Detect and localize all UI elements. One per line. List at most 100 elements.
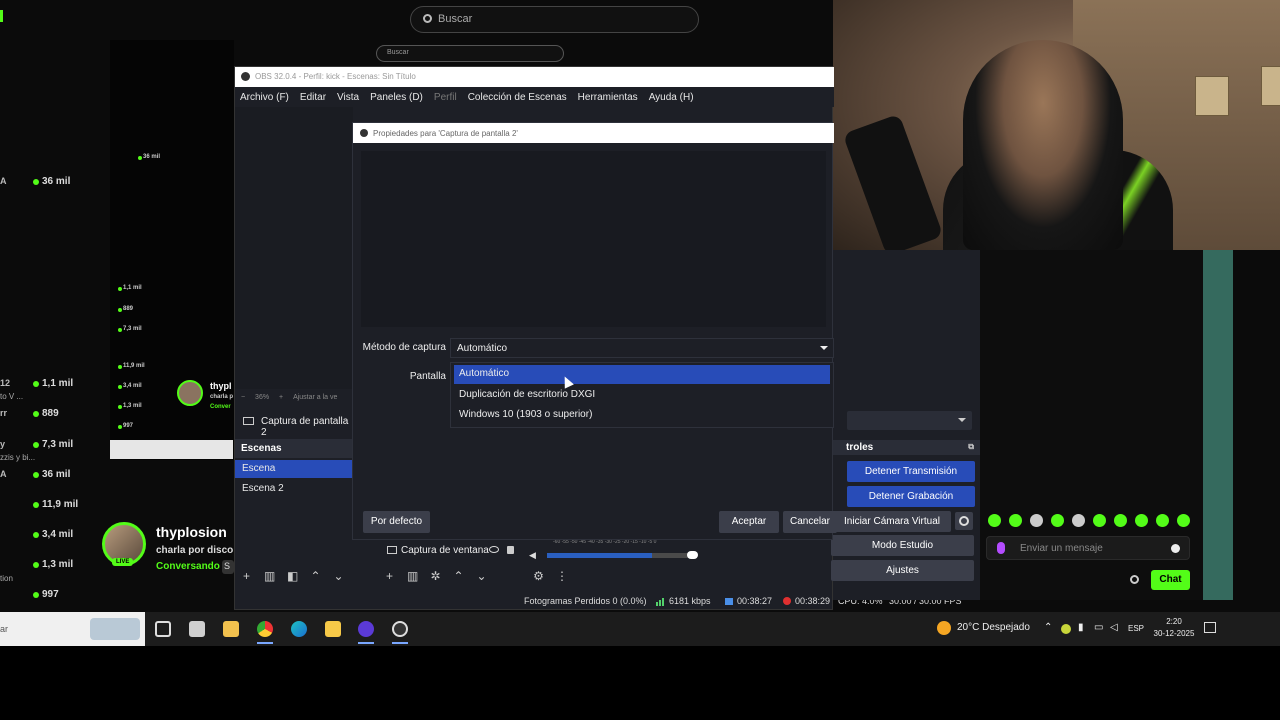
defaults-button[interactable]: Por defecto [363,511,430,533]
list-item[interactable]: rr 889 [0,407,110,423]
live-dot-icon [118,405,122,409]
menu-editar[interactable]: Editar [300,92,326,103]
app-icon[interactable] [358,621,374,637]
option-windows10[interactable]: Windows 10 (1903 o superior) [454,406,830,425]
undock-icon[interactable]: ⧉ [968,442,974,452]
network-icon[interactable]: ▭ [1094,622,1103,633]
kick-search-input-small[interactable]: Buscar [376,45,564,62]
emote-icon[interactable] [1156,514,1169,527]
settings-button[interactable]: Ajustes [831,560,974,581]
filter-icon[interactable]: ◧ [287,570,298,582]
move-up-icon[interactable]: ⌃ [310,570,321,582]
file-explorer-icon[interactable] [223,621,239,637]
zoom-in-icon[interactable]: + [279,394,283,401]
list-item[interactable]: 997 [0,588,110,604]
taskbar-clock[interactable]: 2:20 30-12-2025 [1153,616,1195,640]
zoom-fit-button[interactable]: Ajustar a la ve [293,394,337,401]
move-up-icon[interactable]: ⌃ [453,570,464,582]
menu-herramientas[interactable]: Herramientas [578,92,638,103]
move-down-icon[interactable]: ⌄ [333,570,344,582]
eye-icon[interactable] [489,546,499,553]
webcam-person [963,40,1123,250]
list-item[interactable]: A 36 mil [0,175,110,191]
weather-text[interactable]: 20°C Despejado [957,622,1030,633]
app-icon[interactable] [325,621,341,637]
microphone-icon[interactable]: ▮ [1078,622,1084,633]
menu-coleccion-escenas[interactable]: Colección de Escenas [468,92,567,103]
scene-item[interactable]: Escena [235,460,353,478]
gear-icon[interactable]: ✲ [430,570,441,582]
emote-icon[interactable] [1051,514,1064,527]
search-highlight-image [90,618,140,640]
option-automatico[interactable]: Automático [454,365,830,384]
taskbar-search[interactable]: ar [0,612,145,646]
streamer-name[interactable]: thyplosion [156,524,227,540]
studio-mode-button[interactable]: Modo Estudio [831,535,974,556]
notifications-icon[interactable] [1204,622,1216,633]
lock-icon[interactable] [507,546,514,554]
active-indicator [392,642,408,644]
obs-taskbar-icon[interactable] [392,621,408,637]
list-item[interactable]: 1,3 mil [0,558,110,574]
move-down-icon[interactable]: ⌄ [476,570,487,582]
emote-icon[interactable] [1030,514,1043,527]
kebab-menu-icon[interactable]: ⋮ [556,570,568,582]
menu-archivo[interactable]: Archivo (F) [240,92,289,103]
store-icon[interactable] [189,621,205,637]
emoji-icon[interactable] [1171,544,1180,553]
start-virtual-camera-button[interactable]: Iniciar Cámara Virtual [833,511,951,532]
chat-message-input[interactable]: Enviar un mensaje [986,536,1190,560]
menu-perfil[interactable]: Perfil [434,92,457,103]
microphone-icon[interactable] [997,542,1005,554]
menu-paneles[interactable]: Paneles (D) [370,92,423,103]
mixer-settings-icon[interactable]: ⚙ [533,570,544,582]
cancel-button[interactable]: Cancelar [783,511,837,533]
menu-vista[interactable]: Vista [337,92,359,103]
transition-dropdown[interactable] [847,411,972,430]
edge-icon[interactable] [291,621,307,637]
emote-icon[interactable] [1093,514,1106,527]
list-item[interactable]: y 7,3 mil [0,438,110,454]
emote-icon[interactable] [1114,514,1127,527]
trash-icon[interactable]: ▥ [264,570,275,582]
add-icon[interactable]: + [241,570,252,582]
gear-icon[interactable] [1130,575,1139,584]
chat-sidebar-strip [1203,250,1233,600]
volume-slider-handle[interactable] [687,551,698,559]
ok-button[interactable]: Aceptar [719,511,779,533]
obs-preview-area[interactable] [235,107,353,389]
tray-app-icon[interactable] [1061,624,1071,634]
volume-icon[interactable]: ◁ [1110,622,1118,633]
option-dxgi[interactable]: Duplicación de escritorio DXGI [454,386,830,405]
dialog-title-bar[interactable]: Propiedades para 'Captura de pantalla 2' [353,123,834,143]
task-view-icon[interactable] [155,621,171,637]
list-item[interactable]: 12 1,1 mil [0,377,110,393]
capture-method-select[interactable]: Automático [450,338,834,358]
input-language[interactable]: ESP [1128,624,1144,633]
zoom-out-icon[interactable]: − [241,394,245,401]
virtual-camera-settings-icon[interactable] [955,512,973,530]
chrome-icon[interactable] [257,621,273,637]
stop-recording-button[interactable]: Detener Grabación [847,486,975,507]
scene-item[interactable]: Escena 2 [235,480,353,498]
source-list-item[interactable]: Captura de ventana [381,542,529,560]
menu-ayuda[interactable]: Ayuda (H) [649,92,694,103]
obs-title-bar[interactable]: OBS 32.0.4 - Perfil: kick - Escenas: Sin… [235,67,834,87]
emote-icon[interactable] [1009,514,1022,527]
capture-method-value: Automático [457,343,508,354]
emote-icon[interactable] [1177,514,1190,527]
emote-icon[interactable] [1135,514,1148,527]
kick-search-input[interactable]: Buscar [410,6,699,33]
stream-category[interactable]: Conversando [156,561,220,572]
add-icon[interactable]: + [384,570,395,582]
list-item[interactable]: A 36 mil [0,468,110,484]
chat-send-button[interactable]: Chat [1151,570,1190,590]
stop-streaming-button[interactable]: Detener Transmisión [847,461,975,482]
emote-icon[interactable] [988,514,1001,527]
trash-icon[interactable]: ▥ [407,570,418,582]
emote-icon[interactable] [1072,514,1085,527]
list-item[interactable]: 11,9 mil [0,498,110,514]
list-item[interactable]: 3,4 mil [0,528,110,544]
speaker-icon[interactable]: ◀ [529,550,539,560]
chevron-up-icon[interactable]: ⌃ [1044,622,1052,633]
